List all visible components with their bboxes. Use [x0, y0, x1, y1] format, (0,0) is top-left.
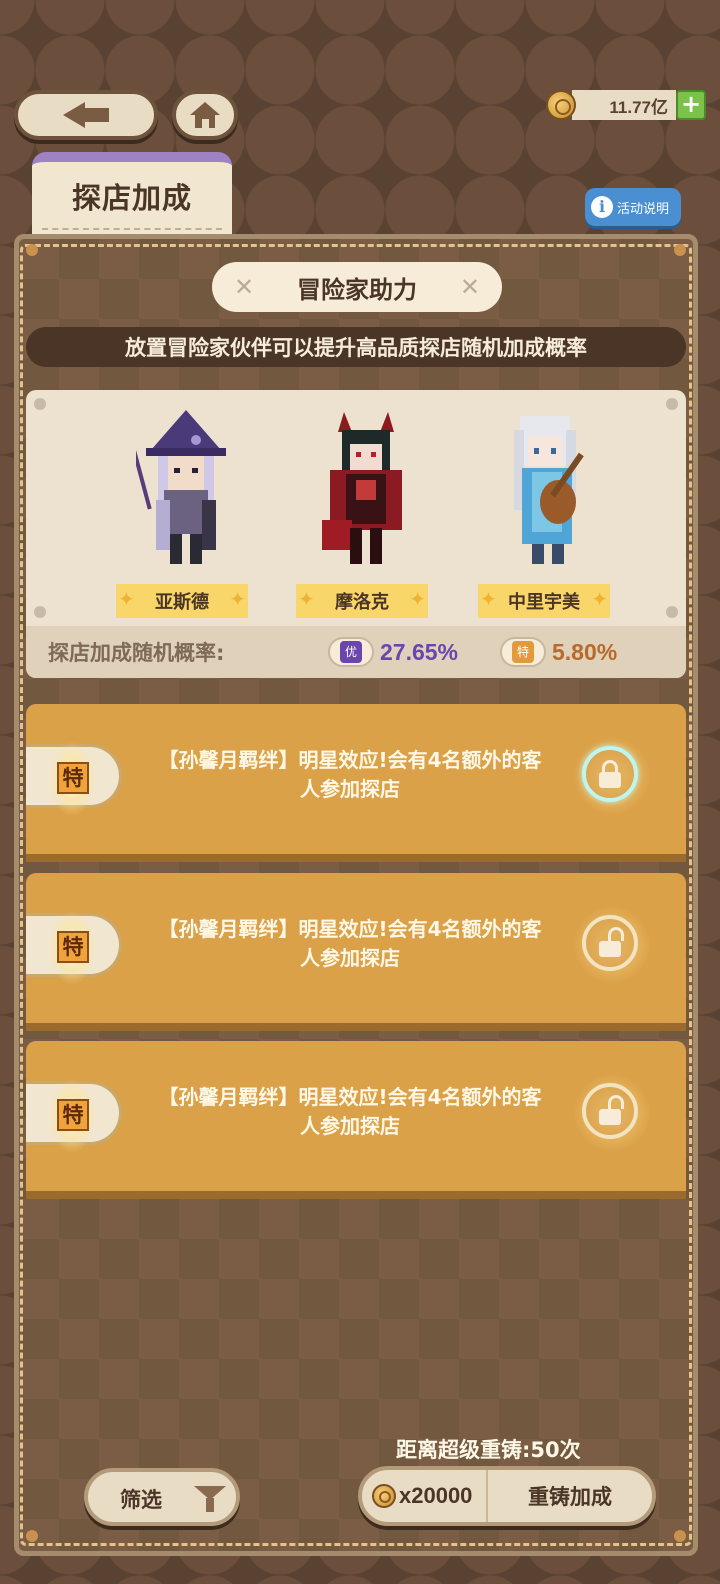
title-decoration-icon: ✕: [459, 273, 480, 301]
unlock-icon: [582, 1083, 638, 1139]
back-button[interactable]: [14, 90, 158, 140]
hero-slot-2[interactable]: 摩洛克: [296, 410, 436, 618]
reforge-button[interactable]: x20000 重铸加成: [358, 1466, 656, 1526]
hero-showcase: 亚斯德 摩洛克: [26, 390, 686, 678]
tier-tag: 特: [57, 1099, 89, 1131]
bonus-card: 特 【孙馨月羁绊】明星效应!会有4名额外的客人参加探店: [26, 873, 686, 1023]
rivet-decoration: [26, 1530, 38, 1542]
tier-badge: 特: [26, 739, 122, 819]
probability-row: 探店加成随机概率: 优 27.65% 特 5.80%: [26, 626, 686, 678]
currency-amount: 11.77亿: [572, 90, 676, 120]
currency-bar: 11.77亿 +: [546, 88, 706, 122]
coin-icon: [546, 90, 576, 120]
bonus-card: 特 【孙馨月羁绊】明星效应!会有4名额外的客人参加探店: [26, 704, 686, 854]
lock-toggle[interactable]: [562, 895, 662, 995]
reforge-cost: x20000: [362, 1470, 488, 1522]
hero-name: 中里宇美: [478, 584, 610, 618]
tier-tag: 特: [57, 931, 89, 963]
tier-badge: 特: [26, 908, 122, 988]
hero-witch-sprite: [136, 410, 226, 564]
back-arrow-icon: [63, 102, 109, 128]
reforge-cost-value: x20000: [399, 1483, 473, 1508]
title-decoration-icon: ✕: [234, 273, 255, 301]
hero-name: 摩洛克: [296, 584, 428, 618]
tier-special-icon: 特: [512, 641, 534, 663]
filter-button[interactable]: 筛选: [84, 1468, 240, 1526]
probability-label: 探店加成随机概率:: [48, 641, 225, 665]
info-icon: i: [591, 196, 613, 218]
tier-good-badge: 优: [328, 637, 374, 667]
bonus-description: 【孙馨月羁绊】明星效应!会有4名额外的客人参加探店: [158, 1085, 542, 1138]
tab-shop-bonus[interactable]: 探店加成: [32, 152, 232, 240]
lock-icon: [582, 746, 638, 802]
unlock-icon: [582, 915, 638, 971]
coin-icon: [372, 1484, 396, 1508]
tier-special-badge: 特: [500, 637, 546, 667]
add-currency-button[interactable]: +: [676, 90, 706, 120]
home-button[interactable]: [172, 90, 238, 140]
tier-good-probability: 27.65%: [380, 638, 459, 665]
bonus-card: 特 【孙馨月羁绊】明星效应!会有4名额外的客人参加探店: [26, 1041, 686, 1191]
event-info-button[interactable]: i 活动说明: [585, 188, 681, 226]
hero-slot-3[interactable]: 中里宇美: [478, 410, 618, 618]
tier-special-probability: 5.80%: [552, 638, 618, 665]
section-subtitle: 放置冒险家伙伴可以提升高品质探店随机加成概率: [26, 327, 686, 367]
tier-good-icon: 优: [340, 641, 362, 663]
filter-label: 筛选: [120, 1488, 162, 1512]
tier-badge: 特: [26, 1076, 122, 1156]
bonus-description: 【孙馨月羁绊】明星效应!会有4名额外的客人参加探店: [158, 748, 542, 801]
screw-decoration: [34, 606, 46, 618]
rivet-decoration: [674, 1530, 686, 1542]
reforge-label: 重铸加成: [528, 1485, 612, 1509]
screw-decoration: [666, 606, 678, 618]
screw-decoration: [666, 398, 678, 410]
hero-slot-1[interactable]: 亚斯德: [116, 410, 256, 618]
super-reforge-counter: 距离超级重铸:50次: [396, 1438, 581, 1462]
hero-demon-sprite: [322, 412, 402, 564]
screw-decoration: [34, 398, 46, 410]
hero-bard-sprite: [514, 416, 584, 564]
section-title: ✕ 冒险家助力 ✕: [212, 262, 502, 312]
bonus-description: 【孙馨月羁绊】明星效应!会有4名额外的客人参加探店: [158, 917, 542, 970]
rivet-decoration: [674, 244, 686, 256]
event-info-label: 活动说明: [617, 201, 670, 217]
home-icon: [190, 102, 220, 128]
hero-name: 亚斯德: [116, 584, 248, 618]
lock-toggle[interactable]: [562, 726, 662, 826]
section-title-text: 冒险家助力: [297, 275, 417, 304]
tab-label: 探店加成: [71, 181, 192, 215]
rivet-decoration: [26, 244, 38, 256]
tier-tag: 特: [57, 762, 89, 794]
lock-toggle[interactable]: [562, 1063, 662, 1163]
